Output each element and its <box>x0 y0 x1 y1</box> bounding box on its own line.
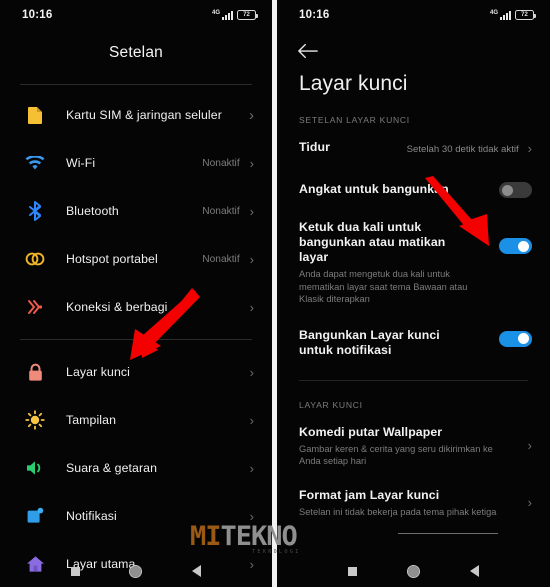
chevron-right-icon: › <box>249 460 254 476</box>
battery-icon: 72 <box>515 10 536 20</box>
sidebar-item-bluetooth[interactable]: Bluetooth Nonaktif › <box>0 187 272 235</box>
chevron-right-icon: › <box>249 251 254 267</box>
recents-square-icon[interactable] <box>348 566 357 576</box>
home-circle-icon[interactable] <box>129 564 143 578</box>
toggle-lift-to-wake[interactable] <box>499 182 532 198</box>
row-title: Format jam Layar kunci <box>299 487 440 502</box>
settings-row-format-jam-layar-kunci[interactable]: Format jam Layar kunci Setelan ini tidak… <box>277 468 550 519</box>
sidebar-item-tampilan[interactable]: Tampilan › <box>0 396 272 444</box>
chevron-right-icon: › <box>249 203 254 219</box>
toggle-knob <box>518 240 529 252</box>
page-title-layar-kunci: Layar kunci <box>299 72 408 95</box>
sidebar-item-label: Koneksi & berbagi <box>66 300 168 314</box>
share-connect-icon <box>24 296 46 318</box>
toggle-knob <box>518 333 529 344</box>
sidebar-item-label: Wi-Fi <box>66 156 96 170</box>
sidebar-item-hotspot[interactable]: Hotspot portabel Nonaktif › <box>0 235 272 283</box>
toggle-knob <box>502 184 513 196</box>
row-title: Bangunkan Layar kunci untuk notifikasi <box>299 327 440 357</box>
row-title: Ketuk dua kali untuk bangunkan atau mati… <box>299 220 446 264</box>
row-title: Angkat untuk bangunkan <box>299 182 449 196</box>
divider-middle <box>20 339 252 340</box>
toggle-double-tap-wake[interactable] <box>499 238 532 254</box>
sim-card-icon <box>24 104 46 126</box>
left-phone-screenshot: 10:16 4G 72 Setelan Kartu SIM & jaringan… <box>0 0 272 587</box>
sidebar-item-value: Nonaktif <box>202 205 240 217</box>
battery-level-label: 72 <box>243 12 250 18</box>
battery-icon: 72 <box>237 10 258 20</box>
sidebar-item-label: Tampilan <box>66 413 117 427</box>
sidebar-item-label: Hotspot portabel <box>66 252 158 266</box>
status-icon-group: 4G 72 <box>211 9 258 20</box>
chevron-right-icon: › <box>249 412 254 428</box>
status-icon-group: 4G 72 <box>489 9 536 20</box>
back-triangle-icon[interactable] <box>470 565 479 577</box>
row-subtitle: Gambar keren & cerita yang seru dikirimk… <box>299 443 493 467</box>
network-type-label: 4G <box>489 9 498 16</box>
sidebar-item-label: Notifikasi <box>66 509 117 523</box>
recents-square-icon[interactable] <box>70 566 80 576</box>
wifi-icon <box>24 152 46 174</box>
bluetooth-icon <box>24 200 46 222</box>
back-button[interactable] <box>277 30 550 60</box>
hotspot-icon <box>24 248 46 270</box>
toggle-wake-for-notifications[interactable] <box>499 330 532 347</box>
home-circle-icon[interactable] <box>407 564 420 578</box>
volume-icon <box>24 457 46 479</box>
lock-icon <box>24 361 46 383</box>
sidebar-item-label: Layar kunci <box>66 365 130 379</box>
chevron-right-icon: › <box>249 364 254 380</box>
sidebar-item-label: Bluetooth <box>66 204 119 218</box>
right-phone-screenshot: 10:16 4G 72 Layar kunci SETELAN LAYAR KU… <box>277 0 550 587</box>
chevron-right-icon: › <box>527 141 532 156</box>
sidebar-item-kartu-sim[interactable]: Kartu SIM & jaringan seluler › <box>0 91 272 139</box>
section-caption-setelan-layar-kunci: SETELAN LAYAR KUNCI <box>299 115 410 125</box>
sidebar-item-koneksi-berbagi[interactable]: Koneksi & berbagi › <box>0 283 272 331</box>
chevron-right-icon: › <box>249 155 254 171</box>
chevron-right-icon: › <box>249 106 254 124</box>
row-value: Setelah 30 detik tidak aktif <box>406 143 519 155</box>
network-type-label: 4G <box>211 9 220 16</box>
row-title: Tidur <box>299 140 331 154</box>
sidebar-item-layar-kunci[interactable]: Layar kunci › <box>0 348 272 396</box>
dual-screenshot-stage: 10:16 4G 72 Setelan Kartu SIM & jaringan… <box>0 0 550 587</box>
sidebar-item-label: Kartu SIM & jaringan seluler <box>66 108 222 122</box>
sidebar-item-notifikasi[interactable]: Notifikasi › <box>0 492 272 540</box>
settings-row-ketuk-dua-kali[interactable]: Ketuk dua kali untuk bangunkan atau mati… <box>277 198 550 306</box>
row-title: Komedi putar Wallpaper <box>299 424 443 439</box>
chevron-right-icon: › <box>249 508 254 524</box>
settings-row-bangunkan-notifikasi[interactable]: Bangunkan Layar kunci untuk notifikasi <box>277 306 550 358</box>
chevron-right-icon: › <box>527 494 532 510</box>
sidebar-item-value: Nonaktif <box>202 253 240 265</box>
settings-row-komedi-putar-wallpaper[interactable]: Komedi putar Wallpaper Gambar keren & ce… <box>277 410 550 468</box>
section-caption-layar-kunci: LAYAR KUNCI <box>299 399 363 410</box>
status-clock: 10:16 <box>22 9 53 21</box>
notification-icon <box>24 505 46 527</box>
signal-bars-icon: 4G <box>211 9 233 20</box>
nav-bar-left <box>0 555 272 587</box>
status-bar-left: 10:16 4G 72 <box>0 0 272 30</box>
page-title-setelan: Setelan <box>109 44 163 61</box>
back-arrow-icon <box>298 43 318 59</box>
chevron-right-icon: › <box>527 438 532 453</box>
status-clock: 10:16 <box>299 9 330 21</box>
chevron-right-icon: › <box>249 299 254 315</box>
back-triangle-icon[interactable] <box>192 565 202 577</box>
settings-row-angkat-untuk-bangunkan[interactable]: Angkat untuk bangunkan <box>277 158 550 198</box>
row-subtitle: Anda dapat mengetuk dua kali untuk memat… <box>299 269 468 304</box>
sidebar-item-wifi[interactable]: Wi-Fi Nonaktif › <box>0 139 272 187</box>
status-bar-right: 10:16 4G 72 <box>277 0 550 30</box>
settings-list: Kartu SIM & jaringan seluler › Wi-Fi Non… <box>0 85 272 587</box>
sidebar-item-suara-getaran[interactable]: Suara & getaran › <box>0 444 272 492</box>
settings-row-tidur[interactable]: Tidur Setelah 30 detik tidak aktif › <box>277 125 550 158</box>
brightness-sun-icon <box>24 409 46 431</box>
sidebar-item-label: Suara & getaran <box>66 461 158 475</box>
battery-level-label: 72 <box>521 12 528 18</box>
row-subtitle: Setelan ini tidak bekerja pada tema piha… <box>299 506 497 517</box>
sidebar-item-value: Nonaktif <box>202 157 240 169</box>
nav-bar-right <box>277 555 550 587</box>
signal-bars-icon: 4G <box>489 9 511 20</box>
